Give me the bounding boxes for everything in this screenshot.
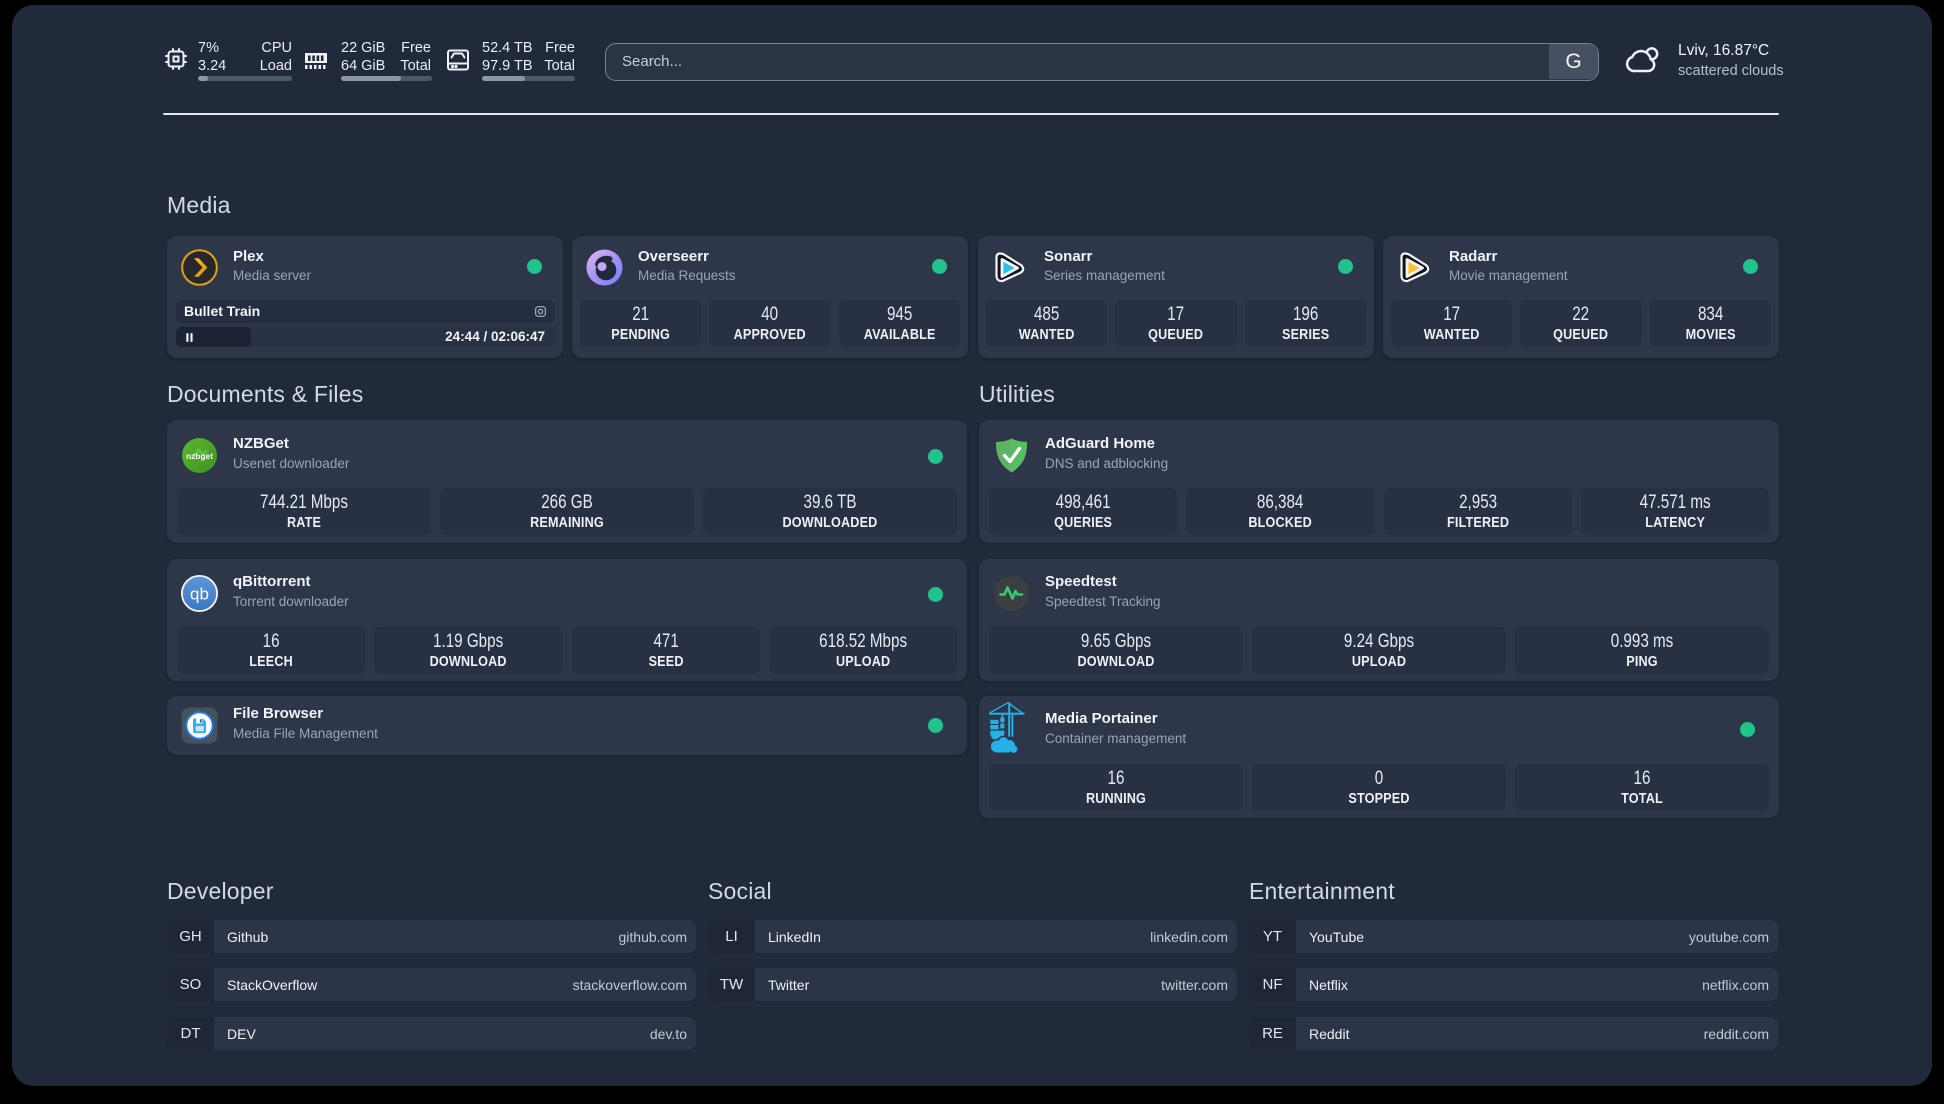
svg-text:nzbget: nzbget	[186, 451, 213, 461]
svg-text:qb: qb	[190, 585, 209, 604]
